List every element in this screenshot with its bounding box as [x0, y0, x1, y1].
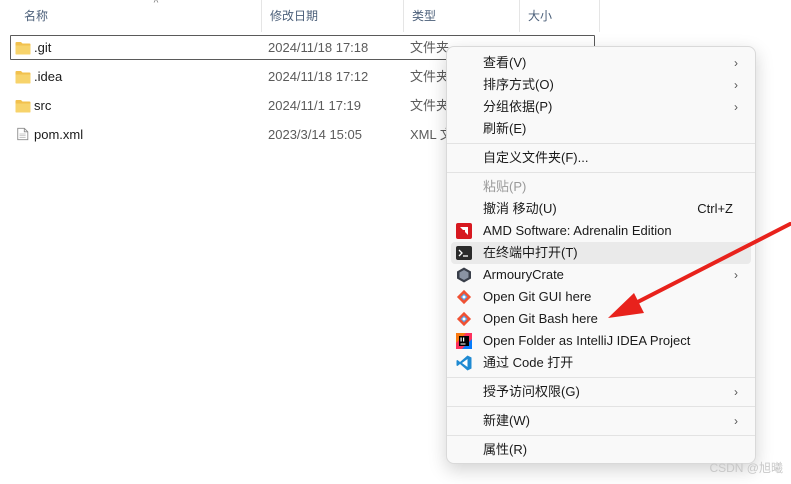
menu-item-open-terminal[interactable]: 在终端中打开(T)	[451, 242, 751, 264]
armoury-crate-icon	[457, 267, 471, 283]
menu-item-undo-move[interactable]: 撤消 移动(U) Ctrl+Z	[451, 198, 751, 220]
git-bash-icon	[456, 311, 472, 327]
menu-item-label: 在终端中打开(T)	[483, 245, 578, 260]
column-header-type-label: 类型	[412, 9, 437, 23]
menu-item-git-gui[interactable]: Open Git GUI here	[451, 286, 751, 308]
folder-icon	[15, 42, 31, 55]
column-header-bar: 名称 ^ 修改日期 类型 大小	[0, 0, 600, 32]
menu-item-label: 通过 Code 打开	[483, 355, 574, 370]
menu-item-properties[interactable]: 属性(R)	[451, 439, 751, 461]
menu-item-amd-software[interactable]: AMD Software: Adrenalin Edition	[451, 220, 751, 242]
file-date: 2024/11/18 17:12	[268, 69, 369, 84]
menu-separator	[447, 406, 755, 407]
file-type: 文件夹	[410, 69, 450, 84]
git-gui-icon	[456, 289, 472, 305]
column-header-modified[interactable]: 修改日期	[262, 0, 404, 32]
menu-item-label: 属性(R)	[483, 442, 528, 457]
file-name: src	[34, 98, 52, 113]
file-type: 文件夹	[410, 98, 450, 113]
menu-item-label: 撤消 移动(U)	[483, 201, 557, 216]
menu-separator	[447, 377, 755, 378]
chevron-right-icon: ›	[734, 100, 738, 114]
menu-item-refresh[interactable]: 刷新(E)	[451, 118, 751, 140]
chevron-right-icon: ›	[734, 414, 738, 428]
file-name: pom.xml	[34, 127, 84, 142]
menu-item-label: Open Git Bash here	[483, 311, 598, 326]
menu-item-label: ArmouryCrate	[483, 267, 564, 282]
menu-item-intellij[interactable]: Open Folder as IntelliJ IDEA Project	[451, 330, 751, 352]
file-date: 2023/3/14 15:05	[268, 127, 362, 142]
menu-item-armoury-crate[interactable]: ArmouryCrate ›	[451, 264, 751, 286]
file-type: 文件夹	[410, 40, 450, 55]
menu-separator	[447, 435, 755, 436]
intellij-idea-icon	[456, 333, 472, 349]
menu-item-label: Open Git GUI here	[483, 289, 592, 304]
menu-item-label: Open Folder as IntelliJ IDEA Project	[483, 333, 691, 348]
file-name: .git	[34, 40, 52, 55]
menu-item-label: 粘贴(P)	[483, 179, 527, 194]
file-icon	[17, 127, 29, 141]
folder-icon	[15, 100, 31, 113]
column-header-name[interactable]: 名称 ^	[16, 0, 262, 32]
menu-item-label: 分组依据(P)	[483, 99, 553, 114]
column-header-modified-label: 修改日期	[270, 9, 319, 23]
chevron-right-icon: ›	[734, 385, 738, 399]
menu-item-sort[interactable]: 排序方式(O) ›	[451, 74, 751, 96]
terminal-icon	[456, 246, 472, 260]
vscode-icon	[456, 355, 472, 371]
menu-item-label: 排序方式(O)	[483, 77, 554, 92]
menu-separator	[447, 143, 755, 144]
menu-item-new[interactable]: 新建(W) ›	[451, 410, 751, 432]
column-header-size[interactable]: 大小	[520, 0, 600, 32]
menu-item-label: 自定义文件夹(F)...	[483, 150, 589, 165]
menu-item-view[interactable]: 查看(V) ›	[451, 52, 751, 74]
menu-item-open-with-code[interactable]: 通过 Code 打开	[451, 352, 751, 374]
menu-item-label: 刷新(E)	[483, 121, 527, 136]
file-date: 2024/11/1 17:19	[268, 98, 362, 113]
file-date: 2024/11/18 17:18	[268, 40, 369, 55]
menu-item-grant-access[interactable]: 授予访问权限(G) ›	[451, 381, 751, 403]
menu-item-group[interactable]: 分组依据(P) ›	[451, 96, 751, 118]
amd-logo-icon	[456, 223, 472, 239]
column-header-name-label: 名称	[24, 9, 49, 23]
menu-item-label: AMD Software: Adrenalin Edition	[483, 223, 672, 238]
chevron-right-icon: ›	[734, 56, 738, 70]
menu-item-paste: 粘贴(P)	[451, 176, 751, 198]
chevron-right-icon: ›	[734, 78, 738, 92]
chevron-right-icon: ›	[734, 268, 738, 282]
menu-item-customize-folder[interactable]: 自定义文件夹(F)...	[451, 147, 751, 169]
shortcut-label: Ctrl+Z	[697, 201, 733, 216]
menu-item-label: 新建(W)	[483, 413, 530, 428]
menu-item-label: 查看(V)	[483, 55, 527, 70]
menu-separator	[447, 172, 755, 173]
watermark: CSDN @旭曦	[709, 461, 783, 475]
sort-ascending-icon: ^	[153, 0, 159, 9]
context-menu: 查看(V) › 排序方式(O) › 分组依据(P) › 刷新(E) 自定义文件夹…	[446, 46, 756, 464]
folder-icon	[15, 71, 31, 84]
menu-item-git-bash[interactable]: Open Git Bash here	[451, 308, 751, 330]
menu-item-label: 授予访问权限(G)	[483, 384, 580, 399]
file-name: .idea	[34, 69, 63, 84]
column-header-type[interactable]: 类型	[404, 0, 520, 32]
column-header-size-label: 大小	[528, 9, 553, 23]
